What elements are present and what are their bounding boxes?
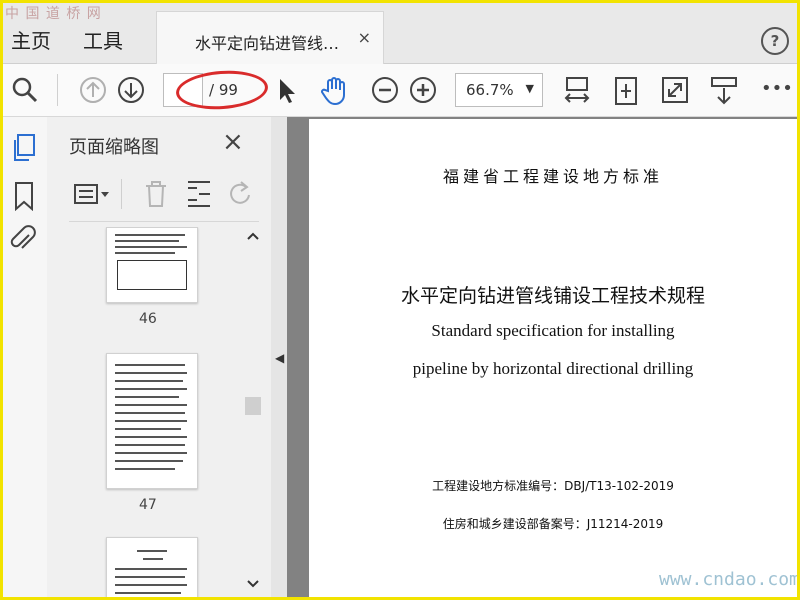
panel-title: 页面缩略图 (69, 137, 159, 158)
zoom-value: 66.7% (466, 81, 514, 99)
panel-close-button[interactable]: × (222, 127, 244, 157)
thumbnail-scrollbar[interactable] (243, 227, 263, 597)
panel-collapse-strip[interactable]: ◀ (271, 117, 287, 597)
next-page-icon[interactable] (117, 76, 145, 104)
menu-tools[interactable]: 工具 (83, 25, 123, 54)
top-bar: 中 国 道 桥 网 主页 工具 水平定向钻进管线… × ? (3, 3, 797, 64)
thumbnail-options-icon[interactable] (73, 183, 113, 207)
thumbnail-label: 47 (139, 497, 157, 513)
scroll-mode-icon[interactable] (709, 76, 739, 106)
page-thumbnails-icon[interactable] (11, 133, 37, 163)
doc-standard-number: 工程建设地方标准编号：DBJ/T13-102-2019 (432, 479, 674, 493)
insert-pages-icon[interactable] (185, 179, 213, 209)
attachment-icon[interactable] (9, 225, 37, 255)
watermark-bottom-right: www.cndao.com (659, 569, 800, 590)
tab-close-button[interactable]: × (358, 28, 371, 47)
left-rail (3, 117, 48, 597)
panel-separator (121, 179, 122, 209)
more-options-icon[interactable]: ••• (761, 78, 793, 99)
chevron-down-icon[interactable] (247, 579, 259, 589)
toolbar: / 99 66.7% ▼ ••• (3, 64, 797, 117)
zoom-in-icon[interactable] (409, 76, 437, 104)
doc-title-cn: 水平定向钻进管线铺设工程技术规程 (400, 285, 705, 307)
trash-icon[interactable] (143, 179, 169, 209)
chevron-up-icon[interactable] (247, 231, 259, 241)
doc-title-en-line2: pipeline by horizontal directional drill… (412, 359, 694, 378)
tab-title: 水平定向钻进管线… (195, 34, 340, 53)
thumbnail-list[interactable]: 46 47 (47, 227, 271, 597)
help-button[interactable]: ? (761, 27, 789, 55)
previous-page-icon[interactable] (79, 76, 107, 104)
menu-home[interactable]: 主页 (11, 25, 51, 54)
document-tab[interactable]: 水平定向钻进管线… × (156, 11, 384, 64)
doc-filing-number: 住房和城乡建设部备案号：J11214-2019 (442, 517, 664, 531)
hand-tool-icon[interactable] (319, 76, 349, 106)
select-pointer-icon[interactable] (275, 76, 299, 104)
document-page: 福建省工程建设地方标准 水平定向钻进管线铺设工程技术规程 Standard sp… (309, 119, 797, 597)
doc-header: 福建省工程建设地方标准 (442, 167, 663, 186)
thumbnails-panel: 页面缩略图 × 46 47 (47, 117, 271, 597)
watermark-top-left: 中 国 道 桥 网 (5, 6, 102, 22)
bookmark-icon[interactable] (13, 181, 35, 211)
collapse-arrow-icon[interactable]: ◀ (275, 351, 284, 365)
scrollbar-thumb[interactable] (245, 397, 261, 415)
panel-tools (69, 169, 259, 222)
rotate-icon[interactable] (227, 179, 255, 209)
fit-width-icon[interactable] (563, 76, 591, 106)
app-window: 中 国 道 桥 网 主页 工具 水平定向钻进管线… × ? / 99 66.7%… (0, 0, 800, 600)
chevron-down-icon: ▼ (525, 82, 534, 95)
thumbnail-label: 46 (139, 311, 157, 327)
thumbnail-page[interactable] (106, 537, 198, 597)
fit-page-icon[interactable] (613, 76, 639, 106)
zoom-out-icon[interactable] (371, 76, 399, 104)
full-screen-icon[interactable] (661, 76, 689, 104)
doc-title-en-line1: Standard specification for installing (431, 321, 675, 340)
thumbnail-page[interactable] (106, 353, 198, 489)
zoom-select[interactable]: 66.7% ▼ (455, 73, 543, 107)
search-icon[interactable] (11, 76, 39, 104)
thumbnail-page[interactable] (106, 227, 198, 303)
toolbar-separator (57, 74, 58, 106)
